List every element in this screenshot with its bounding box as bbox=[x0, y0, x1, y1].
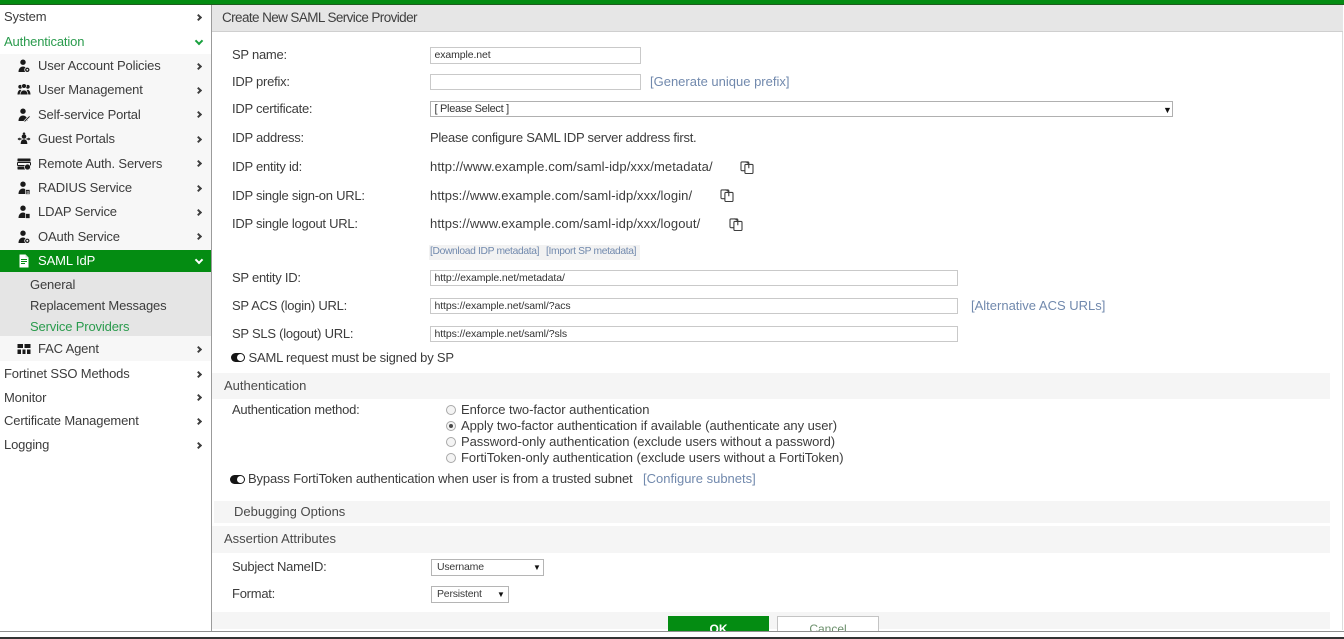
svg-text:B: B bbox=[26, 190, 29, 195]
